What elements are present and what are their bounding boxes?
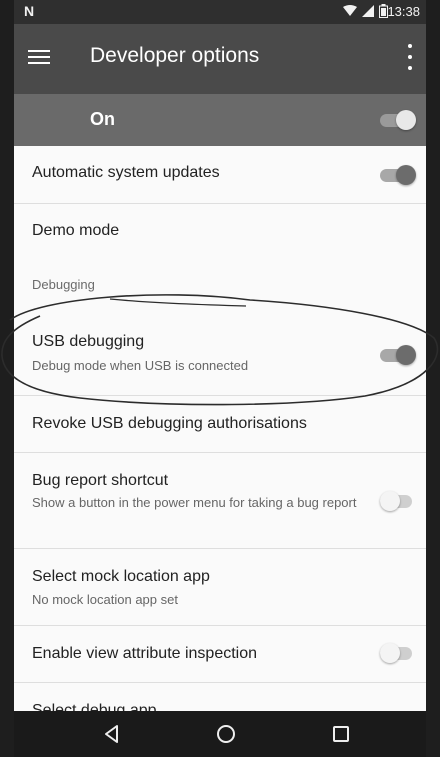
view-attribute-toggle[interactable] [380, 643, 416, 663]
setting-title: Revoke USB debugging authorisations [32, 415, 307, 432]
setting-title: Demo mode [32, 222, 120, 239]
signal-icon [362, 5, 374, 17]
usb-debugging-toggle[interactable] [380, 345, 416, 365]
status-bar: N 13:38 [14, 0, 426, 24]
setting-usb-debugging[interactable]: USB debugging Debug mode when USB is con… [14, 313, 426, 396]
setting-title: Bug report shortcut [32, 472, 169, 489]
category-debugging: Debugging [14, 261, 426, 313]
clock: 13:38 [387, 4, 420, 19]
setting-demo-mode[interactable]: Demo mode [14, 204, 426, 261]
category-label: Debugging [32, 277, 95, 292]
recents-icon[interactable] [327, 720, 355, 748]
setting-bug-report-shortcut[interactable]: Bug report shortcut Show a button in the… [14, 453, 426, 549]
notification-n-icon: N [24, 3, 35, 19]
master-switch-label: On [90, 109, 115, 129]
phone-screen: N 13:38 Developer options On Automatic s… [14, 0, 426, 757]
more-options-icon[interactable] [402, 44, 418, 70]
hamburger-menu-icon[interactable] [28, 46, 50, 68]
automatic-updates-toggle[interactable] [380, 165, 416, 185]
setting-view-attribute-inspection[interactable]: Enable view attribute inspection [14, 626, 426, 683]
status-icons [343, 4, 388, 18]
setting-title: Automatic system updates [32, 164, 220, 181]
bug-report-toggle[interactable] [380, 491, 416, 511]
home-icon[interactable] [212, 720, 240, 748]
setting-revoke-usb-authorisations[interactable]: Revoke USB debugging authorisations [14, 396, 426, 453]
navigation-bar [14, 711, 426, 757]
setting-title: USB debugging [32, 333, 145, 350]
setting-title: Enable view attribute inspection [32, 645, 258, 662]
setting-summary: Debug mode when USB is connected [32, 358, 249, 373]
wifi-icon [343, 5, 357, 16]
page-title: Developer options [90, 44, 260, 67]
back-icon[interactable] [98, 720, 126, 748]
app-toolbar: Developer options [14, 24, 426, 94]
setting-summary: Show a button in the power menu for taki… [32, 495, 357, 510]
master-switch-bar[interactable]: On [14, 94, 426, 146]
settings-list: Automatic system updates Demo mode Debug… [14, 146, 426, 739]
setting-select-mock-location-app[interactable]: Select mock location app No mock locatio… [14, 549, 426, 626]
setting-automatic-system-updates[interactable]: Automatic system updates [14, 146, 426, 204]
setting-title: Select mock location app [32, 568, 210, 585]
master-toggle[interactable] [380, 110, 416, 130]
setting-summary: No mock location app set [32, 592, 178, 607]
